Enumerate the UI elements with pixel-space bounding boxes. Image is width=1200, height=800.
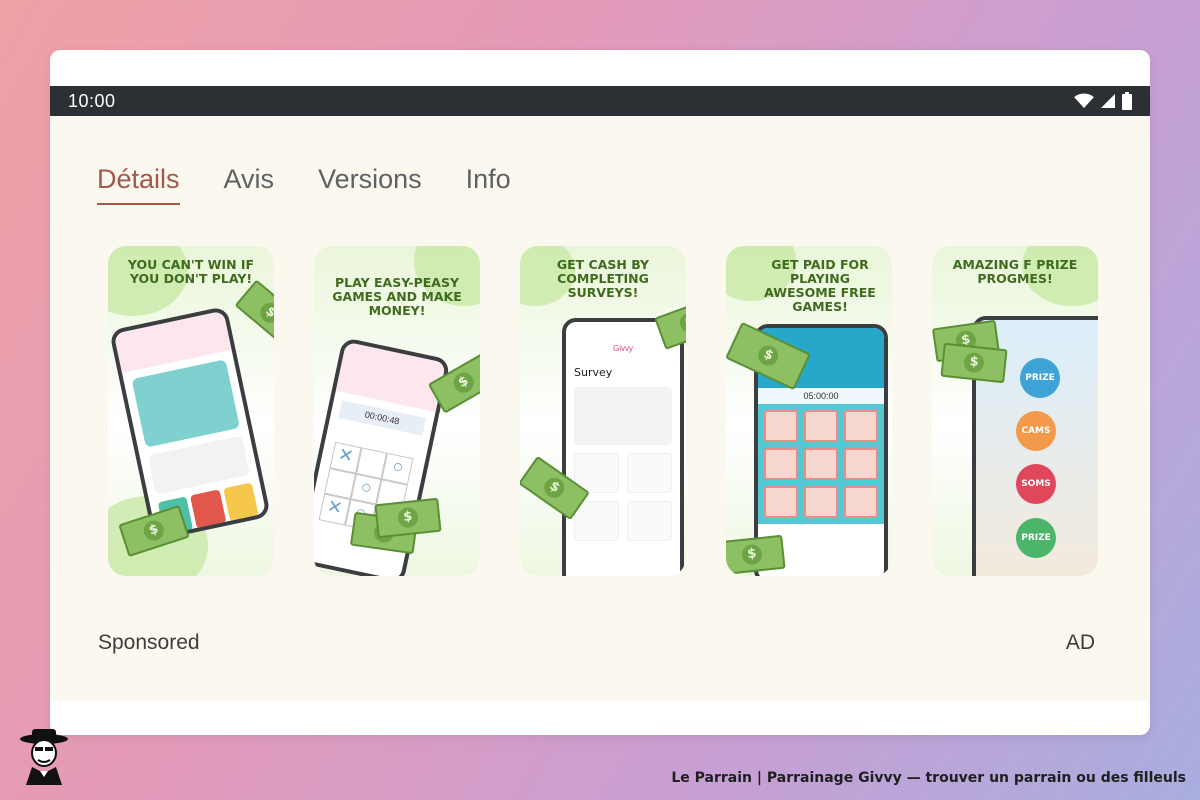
screenshot-caption: AMAZING F PRIZE PROGMES! (952, 257, 1078, 286)
memory-grid (758, 404, 884, 524)
memory-tile[interactable] (764, 410, 798, 442)
status-bar: 10:00 (50, 86, 1150, 116)
screenshot-caption: YOU CAN'T WIN IF YOU DON'T PLAY! (127, 257, 255, 286)
memory-tile[interactable] (804, 448, 838, 480)
survey-title: Survey (574, 366, 613, 379)
money-bill-icon (726, 534, 786, 576)
survey-list (574, 453, 672, 541)
survey-card (574, 387, 672, 445)
survey-item[interactable] (574, 501, 619, 541)
money-bill-icon (234, 279, 274, 347)
attribution-text: Le Parrain | Parrainage Givvy — trouver … (671, 770, 1186, 786)
screenshot-3[interactable]: GET CASH BY COMPLETING SURVEYS! Givvy Su… (520, 246, 686, 576)
ad-badge: AD (1065, 631, 1095, 654)
tab-versions[interactable]: Versions (318, 164, 422, 205)
status-time: 10:00 (68, 90, 116, 111)
prize-button[interactable]: PRIZE (1020, 358, 1060, 398)
memory-tile[interactable] (844, 448, 878, 480)
ad-footer: Sponsored AD (98, 631, 1095, 655)
screenshot-5[interactable]: AMAZING F PRIZE PROGMES! PRIZE CAMS SOMS… (932, 246, 1098, 576)
godfather-logo-icon (20, 729, 68, 785)
wifi-icon (1074, 93, 1094, 108)
status-icons (1074, 92, 1132, 110)
sponsored-label: Sponsored (98, 631, 200, 654)
tab-reviews[interactable]: Avis (224, 164, 275, 205)
battery-icon (1122, 92, 1132, 110)
memory-tile[interactable] (764, 486, 798, 518)
game-tile (222, 482, 259, 522)
money-bill-icon (940, 342, 1008, 384)
app-header (335, 341, 446, 412)
game-banner (131, 359, 240, 448)
prize-button[interactable]: CAMS (1016, 411, 1056, 451)
screenshot-1[interactable]: YOU CAN'T WIN IF YOU DON'T PLAY! (108, 246, 274, 576)
game-tile (190, 489, 227, 529)
memory-tile[interactable] (804, 486, 838, 518)
survey-item[interactable] (627, 453, 672, 493)
prize-button[interactable]: SOMS (1016, 464, 1056, 504)
screenshot-caption: GET CASH BY COMPLETING SURVEYS! (556, 257, 650, 300)
money-bill-icon (374, 497, 442, 539)
screenshot-carousel: YOU CAN'T WIN IF YOU DON'T PLAY! $ $ PLA… (108, 246, 1098, 576)
memory-tile[interactable] (844, 486, 878, 518)
game-timer: 05:00:00 (758, 388, 884, 404)
memory-tile[interactable] (764, 448, 798, 480)
memory-tile[interactable] (804, 410, 838, 442)
survey-item[interactable] (627, 501, 672, 541)
tab-bar: Détails Avis Versions Info (97, 164, 511, 205)
signal-icon (1101, 94, 1115, 108)
app-store-card: 10:00 Détails Avis Versions Info YOU CAN… (50, 50, 1150, 735)
tab-info[interactable]: Info (466, 164, 511, 205)
screenshot-2[interactable]: PLAY EASY-PEASY GAMES AND MAKE MONEY! 00… (314, 246, 480, 576)
screenshot-caption: GET PAID FOR PLAYING AWESOME FREE GAMES! (764, 257, 876, 314)
screenshot-4[interactable]: GET PAID FOR PLAYING AWESOME FREE GAMES!… (726, 246, 892, 576)
tab-details[interactable]: Détails (97, 164, 180, 205)
screenshot-caption: PLAY EASY-PEASY GAMES AND MAKE MONEY! (332, 275, 462, 318)
phone-mockup: Givvy Survey (562, 318, 684, 576)
app-detail-screen: Détails Avis Versions Info YOU CAN'T WIN… (50, 116, 1150, 701)
memory-tile[interactable] (844, 410, 878, 442)
prize-button[interactable]: PRIZE (1016, 518, 1056, 558)
